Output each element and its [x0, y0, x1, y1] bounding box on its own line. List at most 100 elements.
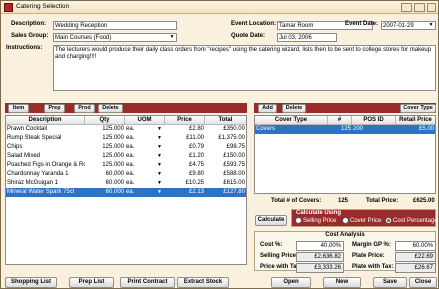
table-row[interactable]: Poached Figs in Orange & Rose 125.000 ea. ▼… [6, 161, 246, 170]
plate-with-tax-value: £26.67 [395, 263, 436, 273]
chevron-down-icon: ▼ [169, 34, 175, 40]
table-row[interactable]: Rump Steak Special 125.000 ea. ▼ £11.00 £1,37… [6, 134, 246, 143]
selling-price-label: Selling Price: [260, 253, 299, 259]
print-contract-button[interactable]: Print Contract [120, 277, 175, 288]
qty-cell: 125.000 [102, 153, 124, 159]
qty-cell: 60.000 [105, 189, 124, 195]
description-cell: Mineral Water Spark 75cl [7, 189, 75, 195]
col-retail-price[interactable]: Retail Price [396, 116, 435, 125]
col-total[interactable]: Total [205, 116, 246, 125]
qty-cell: 60.000 [105, 171, 124, 177]
description-cell: Prawn Cocktail [7, 126, 48, 132]
chevron-down-icon[interactable]: ▼ [156, 143, 165, 152]
table-row[interactable]: Prawn Cocktail 125.000 ea. ▼ £2.80 £350.00 [6, 125, 246, 134]
radio-cover-price[interactable]: Cover Price [342, 217, 381, 224]
qty-cell: 60.000 [105, 180, 124, 186]
total-covers-value: 125 [338, 198, 349, 204]
plate-price-label: Plate Price: [352, 253, 385, 259]
event-date-picker[interactable]: 2007-01-29 ▼ [381, 21, 436, 30]
radio-selling-price[interactable]: Selling Price [295, 217, 336, 224]
radio-cover-price-label: Cover Price [350, 218, 382, 225]
margin-field[interactable]: 60.00% [395, 241, 436, 251]
cover-type-cell: Covers [256, 126, 276, 132]
col-uom[interactable]: UOM [125, 116, 165, 125]
table-row[interactable]: Chardonnay Yaranda 1 60.000 ea. ▼ £9.80 £588.… [6, 170, 246, 179]
item-button[interactable]: Item [8, 104, 29, 113]
quote-date-field[interactable]: Jul 03, 2006 [277, 33, 337, 42]
price-cell: £11.00 [186, 135, 204, 141]
cover-type-button[interactable]: Cover Type [400, 104, 436, 113]
calculate-using-label: Calculate Using [296, 210, 342, 216]
calculate-button[interactable]: Calculate [255, 215, 287, 226]
chevron-down-icon[interactable]: ▼ [156, 188, 165, 197]
price-cell: £9.80 [188, 171, 204, 177]
instructions-field[interactable]: The lecturers would produce their daily … [53, 45, 436, 91]
radio-cost-percentage[interactable]: Cost Percentage [385, 217, 438, 224]
title-bar: Catering Selection [1, 1, 438, 14]
prod-button[interactable]: Prod [74, 104, 95, 113]
delete-cover-button[interactable]: Delete [282, 104, 306, 113]
catering-window: Catering Selection Description: Wedding … [0, 0, 439, 289]
window-title: Catering Selection [16, 3, 70, 10]
col-count[interactable]: # [328, 116, 352, 125]
maximize-button[interactable] [414, 3, 425, 12]
total-cell: £150.00 [223, 153, 245, 159]
minimize-button[interactable] [401, 3, 412, 12]
chevron-down-icon[interactable]: ▼ [156, 170, 165, 179]
chevron-down-icon[interactable]: ▼ [156, 152, 165, 161]
total-cell: £1,375.00 [218, 135, 245, 141]
col-pos-id[interactable]: POS ID [352, 116, 396, 125]
price-cell: £0.79 [188, 144, 204, 150]
description-cell: Poached Figs in Orange & Rose [7, 162, 85, 168]
table-row[interactable]: Chips 125.000 ea. ▼ £0.79 £98.75 [6, 143, 246, 152]
table-row[interactable]: Covers 125 200 £5.00 [255, 125, 435, 134]
chevron-down-icon[interactable]: ▼ [156, 134, 165, 143]
sales-group-select[interactable]: Main Courses (Food) ▼ [53, 33, 177, 42]
total-cell: £98.75 [226, 144, 245, 150]
prep-list-button[interactable]: Prep List [69, 277, 114, 288]
cover-count-cell: 125 [340, 126, 351, 132]
cost-pct-label: Cost %: [260, 242, 283, 248]
save-button[interactable]: Save [373, 277, 407, 288]
instructions-label: Instructions: [6, 45, 43, 51]
delete-item-button[interactable]: Delete [98, 104, 123, 113]
table-row[interactable]: Salad Mixed 125.000 ea. ▼ £1.20 £150.00 [6, 152, 246, 161]
table-row[interactable]: Shiraz McGuigan 1 60.000 ea. ▼ £10.25 £615.00 [6, 179, 246, 188]
price-cell: £2.80 [188, 126, 204, 132]
col-description[interactable]: Description [6, 116, 85, 125]
add-cover-button[interactable]: Add [258, 104, 277, 113]
col-cover-type[interactable]: Cover Type [255, 116, 328, 125]
sales-group-value: Main Courses (Food) [55, 35, 112, 41]
close-button[interactable]: Close [409, 277, 437, 288]
price-cell: £4.75 [188, 162, 204, 168]
chevron-down-icon[interactable]: ▼ [156, 125, 165, 134]
chevron-down-icon[interactable]: ▼ [156, 161, 165, 170]
description-cell: Salad Mixed [7, 153, 41, 159]
margin-label: Margin GP %: [352, 242, 391, 248]
cost-pct-field[interactable]: 40.00% [296, 241, 344, 251]
close-window-button[interactable] [427, 3, 436, 12]
app-icon [4, 3, 13, 12]
open-button[interactable]: Open [271, 277, 311, 288]
radio-cost-percentage-label: Cost Percentage [393, 218, 438, 225]
new-button[interactable]: New [323, 277, 361, 288]
extract-stock-button[interactable]: Extract Stock [177, 277, 229, 288]
cover-table: Cover Type # POS ID Retail Price Covers … [254, 115, 436, 194]
total-cell: £615.00 [223, 180, 245, 186]
description-cell: Rump Steak Special [7, 135, 62, 141]
pos-id-cell: 200 [353, 126, 364, 132]
prep-button[interactable]: Prep [44, 104, 65, 113]
shopping-list-button[interactable]: Shopping List [5, 277, 57, 288]
chevron-down-icon[interactable]: ▼ [156, 179, 165, 188]
col-price[interactable]: Price [165, 116, 205, 125]
qty-cell: 125.000 [102, 126, 124, 132]
total-cell: £588.00 [223, 171, 245, 177]
retail-price-cell: £5.00 [418, 126, 434, 132]
sales-group-label: Sales Group: [11, 33, 49, 39]
selling-price-value: £2,636.82 [296, 252, 344, 262]
description-field[interactable]: Wedding Reception [53, 21, 177, 30]
price-with-tax-value: £3,333.26 [296, 263, 344, 273]
col-qty[interactable]: Qty [85, 116, 125, 125]
description-label: Description: [11, 21, 47, 27]
table-row[interactable]: Mineral Water Spark 75cl 60.000 ea. ▼ £2.13 £… [6, 188, 246, 197]
